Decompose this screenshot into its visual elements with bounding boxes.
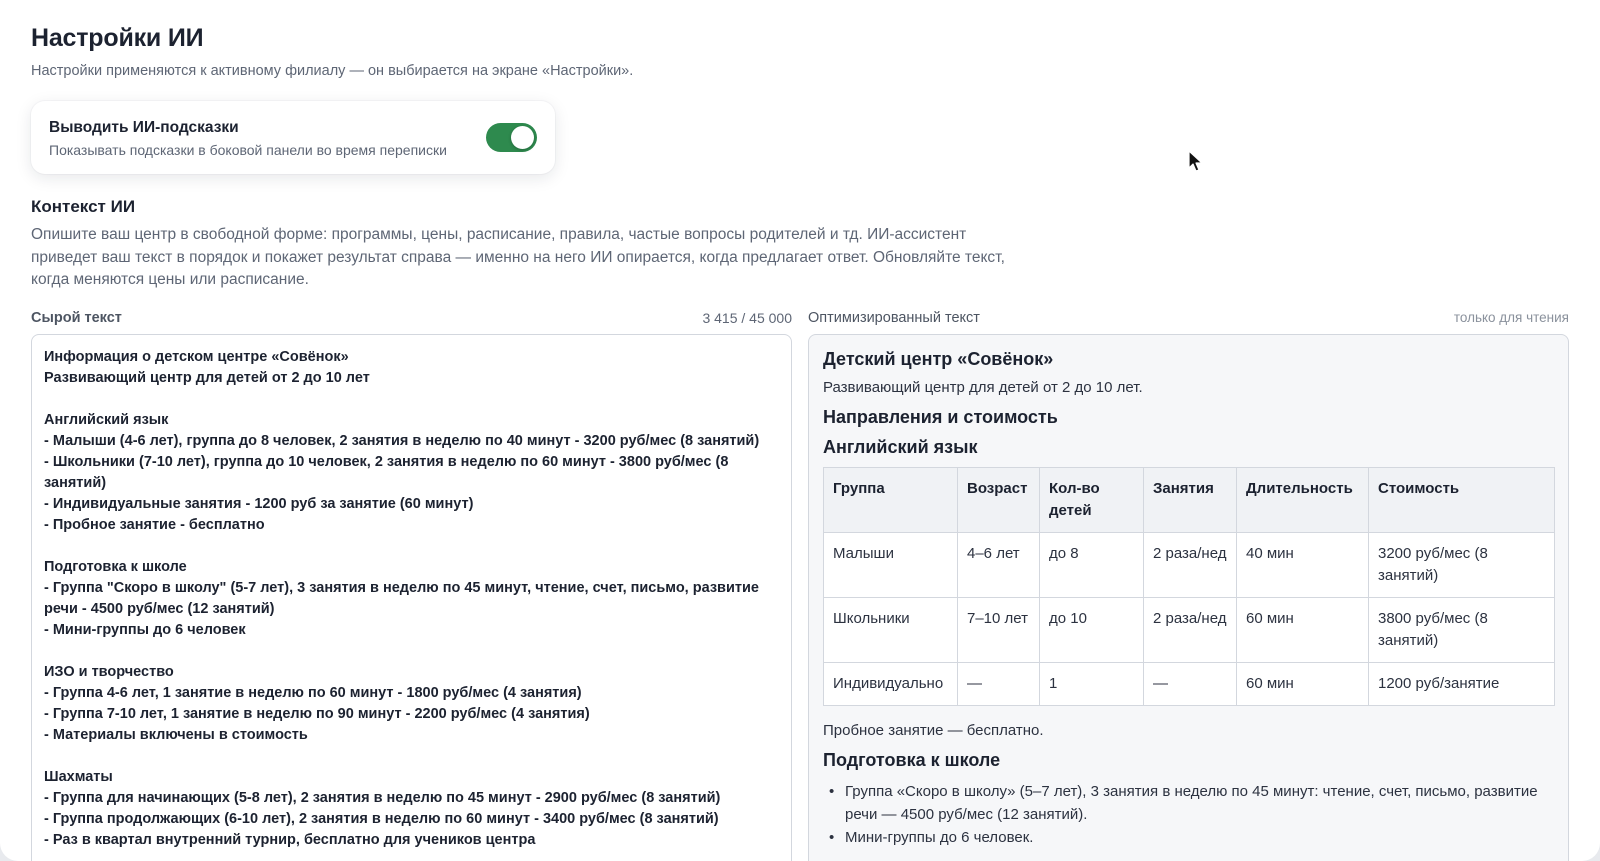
raw-text-line: Подготовка к школе (44, 559, 187, 575)
raw-text-line: - Группа "Скоро в школу" (5-7 лет), 3 за… (44, 580, 763, 617)
trial-note: Пробное занятие — бесплатно. (823, 722, 1044, 739)
raw-text-line (44, 641, 779, 662)
table-cell: Малыши (823, 532, 958, 598)
app-window: Настройки ИИ Настройки применяются к акт… (0, 0, 1600, 861)
raw-text-line: - Школьники (7-10 лет), группа до 10 чел… (44, 454, 733, 491)
character-counter: 3 415 / 45 000 (702, 310, 792, 326)
table-cell: — (1143, 662, 1237, 706)
raw-text-line: Информация о детском центре «Совёнок» (44, 349, 349, 365)
raw-text-line (44, 536, 779, 557)
raw-text-line: - Группа 7-10 лет, 1 занятие в неделю по… (44, 706, 590, 722)
readonly-note: только для чтения (1453, 310, 1569, 325)
optimized-text-label: Оптимизированный текст (808, 310, 980, 326)
table-cell: 1 (1039, 662, 1144, 706)
raw-text-line: - Раз в квартал внутренний турнир, беспл… (44, 832, 536, 848)
raw-text-line (44, 389, 779, 410)
page-subtitle: Настройки применяются к активному филиал… (31, 63, 634, 79)
raw-text-line: - Группа продолжающих (6-10 лет), 2 заня… (44, 811, 719, 827)
raw-text-line: - Мини-группы до 6 человек (44, 622, 246, 638)
table-header-cell: Стоимость (1368, 467, 1555, 533)
raw-text-line: Развивающий центр для детей от 2 до 10 л… (44, 370, 370, 386)
raw-text-line: Шахматы (44, 769, 113, 785)
table-row: Малыши 4–6 лет до 8 2 раза/нед 40 мин 32… (823, 532, 1555, 598)
table-header-row: Группа Возраст Кол-во детей Занятия Длит… (823, 467, 1555, 533)
table-cell: до 8 (1039, 532, 1144, 598)
mouse-cursor-icon (1188, 150, 1203, 172)
optimized-title: Детский центр «Совёнок» (823, 349, 1054, 369)
raw-text-line: - Группа для начинающих (5-8 лет), 2 зан… (44, 790, 721, 806)
raw-text-line: - Малыши (4-6 лет), группа до 8 человек,… (44, 433, 760, 449)
ai-hints-description: Показывать подсказки в боковой панели во… (49, 142, 447, 158)
table-row: Индивидуально — 1 — 60 мин 1200 руб/заня… (823, 662, 1555, 706)
table-cell: — (957, 662, 1040, 706)
table-cell: 2 раза/нед (1143, 532, 1237, 598)
table-header-cell: Группа (823, 467, 958, 533)
list-item: Группа «Скоро в школу» (5–7 лет), 3 заня… (823, 780, 1554, 826)
raw-text-line: - Группа 4-6 лет, 1 занятие в неделю по … (44, 685, 582, 701)
english-heading: Английский язык (823, 437, 978, 457)
ai-hints-toggle[interactable] (486, 123, 537, 152)
table-header-cell: Кол-во детей (1039, 467, 1144, 533)
list-item: Мини-группы до 6 человек. (823, 826, 1554, 849)
table-cell: 7–10 лет (957, 597, 1040, 663)
ai-hints-card: Выводить ИИ-подсказки Показывать подсказ… (31, 101, 555, 174)
table-header-cell: Занятия (1143, 467, 1237, 533)
optimized-text-panel: Детский центр «Совёнок» Развивающий цент… (808, 334, 1569, 861)
table-cell: 4–6 лет (957, 532, 1040, 598)
page-title: Настройки ИИ (31, 24, 204, 52)
table-cell: 40 мин (1236, 532, 1369, 598)
raw-text-line: ИЗО и творчество (44, 664, 174, 680)
table-cell: Индивидуально (823, 662, 958, 706)
table-cell: до 10 (1039, 597, 1144, 663)
school-prep-heading: Подготовка к школе (823, 750, 1001, 770)
optimized-intro: Развивающий центр для детей от 2 до 10 л… (823, 379, 1143, 396)
table-cell: 60 мин (1236, 662, 1369, 706)
table-cell: Школьники (823, 597, 958, 663)
context-description: Опишите ваш центр в свободной форме: про… (31, 226, 1005, 288)
raw-text-line (44, 746, 779, 767)
school-prep-list: Группа «Скоро в школу» (5–7 лет), 3 заня… (823, 780, 1554, 849)
context-section-title: Контекст ИИ (31, 197, 136, 216)
table-cell: 1200 руб/занятие (1368, 662, 1555, 706)
toggle-knob (511, 126, 534, 149)
table-header-cell: Возраст (957, 467, 1040, 533)
table-row: Школьники 7–10 лет до 10 2 раза/нед 60 м… (823, 597, 1555, 663)
table-cell: 2 раза/нед (1143, 597, 1237, 663)
table-cell: 60 мин (1236, 597, 1369, 663)
english-price-table: Группа Возраст Кол-во детей Занятия Длит… (823, 467, 1555, 706)
table-cell: 3200 руб/мес (8 занятий) (1368, 532, 1555, 598)
directions-heading: Направления и стоимость (823, 407, 1058, 427)
raw-text-editor[interactable]: Информация о детском центре «Совёнок» Раз… (31, 334, 792, 861)
raw-text-label: Сырой текст (31, 310, 122, 326)
ai-hints-title: Выводить ИИ-подсказки (49, 119, 239, 136)
raw-text-line: Английский язык (44, 412, 169, 428)
raw-text-line: - Пробное занятие - бесплатно (44, 517, 265, 533)
raw-text-line: - Индивидуальные занятия - 1200 руб за з… (44, 496, 474, 512)
raw-text-line: - Материалы включены в стоимость (44, 727, 308, 743)
table-cell: 3800 руб/мес (8 занятий) (1368, 597, 1555, 663)
table-header-cell: Длительность (1236, 467, 1369, 533)
